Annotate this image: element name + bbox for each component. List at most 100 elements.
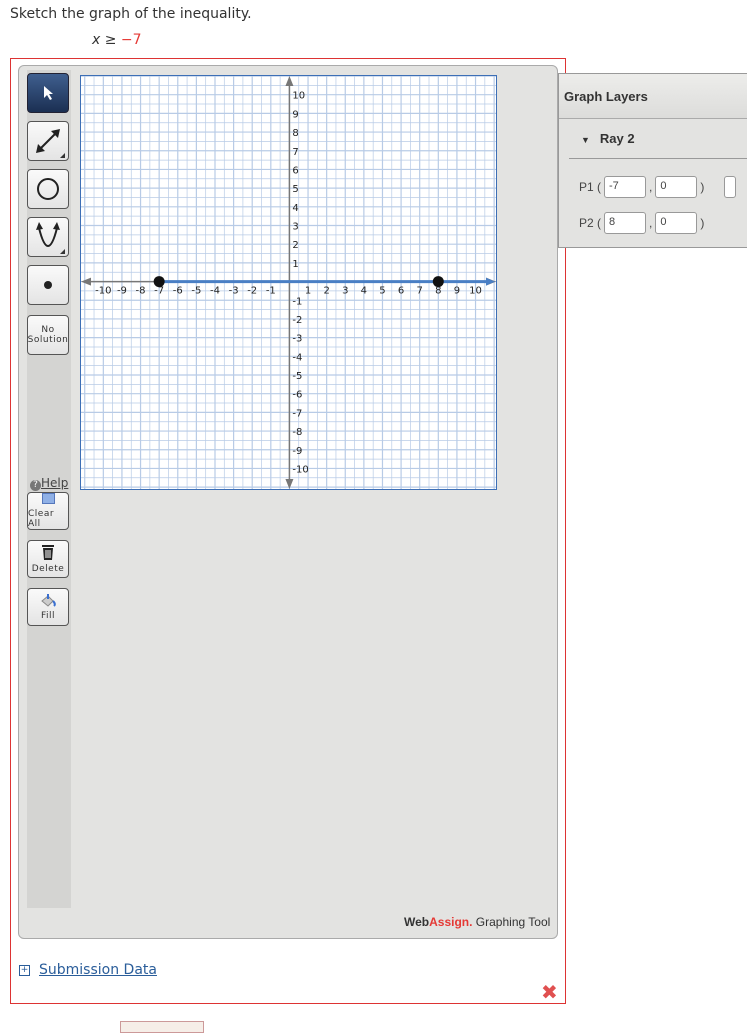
graph-canvas[interactable]: -10 -9 -8 -7 -6 -5 -4 -3 -2 -1 1 2 3 4 5 6 7 8 9 10 10 9 8 7 6 5 4… <box>80 75 497 490</box>
y-tick-label: 6 <box>292 165 298 176</box>
x-tick-label: 5 <box>379 286 385 297</box>
clear-all-label: Clear All <box>28 509 55 529</box>
x-tick-label: 6 <box>398 286 404 297</box>
x-tick-label: 3 <box>342 286 348 297</box>
help-link[interactable]: ? Help <box>30 476 68 491</box>
no-solution-button[interactable]: No Solution <box>27 315 69 355</box>
arrow-pointer-icon <box>44 86 53 100</box>
double-arrow-line-icon <box>36 129 65 158</box>
delete-label: Delete <box>31 564 65 574</box>
graph-layers-panel: Graph Layers ▼ Ray 2 P1 (-7, 0) P2 (8, 0) <box>558 73 747 248</box>
comma: , <box>649 216 653 230</box>
ray-point <box>153 276 165 288</box>
y-tick-label: 1 <box>292 259 298 270</box>
x-tick-label: -2 <box>247 286 257 297</box>
y-tick-label: 7 <box>292 147 298 158</box>
x-tick-label: -4 <box>210 286 220 297</box>
x-tick-label: -1 <box>266 286 276 297</box>
y-tick-label: 9 <box>292 109 298 120</box>
p2-label: P2 ( <box>579 216 602 230</box>
webassign-logo: WebAssign. Graphing Tool <box>404 915 550 929</box>
close-paren: ) <box>700 180 705 194</box>
close-paren: ) <box>700 216 705 230</box>
submission-data-label: Submission Data <box>39 962 157 978</box>
y-tick-label: -6 <box>292 390 302 401</box>
x-tick-label: 9 <box>454 286 460 297</box>
x-tick-label: 8 <box>435 286 441 297</box>
y-tick-label: -4 <box>292 352 302 363</box>
brand-web: Web <box>404 915 430 929</box>
y-tick-label: 4 <box>292 203 298 214</box>
brand-rest: Graphing Tool <box>472 915 551 929</box>
collapse-triangle-icon[interactable]: ▼ <box>581 135 590 145</box>
x-tick-label: -6 <box>173 286 183 297</box>
x-tick-label: -7 <box>154 286 164 297</box>
y-tick-label: 2 <box>292 240 298 251</box>
no-solution-label-2: Solution <box>27 335 69 345</box>
p1-row: P1 (-7, 0) <box>579 176 739 198</box>
p1-label: P1 ( <box>579 180 602 194</box>
x-tick-label: -5 <box>191 286 201 297</box>
help-label: Help <box>41 476 69 490</box>
x-tick-label: 4 <box>361 286 367 297</box>
inequality: x ≥ −7 <box>92 32 142 48</box>
select-tool-button[interactable] <box>27 73 69 113</box>
fill-button[interactable]: Fill <box>27 588 69 626</box>
x-tick-label: -10 <box>95 286 111 297</box>
delete-button[interactable]: Delete <box>27 540 69 578</box>
y-tick-label: 5 <box>292 184 298 195</box>
x-tick-label: -8 <box>136 286 146 297</box>
y-tick-label: -3 <box>292 334 302 345</box>
x-tick-label: -3 <box>229 286 239 297</box>
ray-tool-button[interactable] <box>27 121 69 161</box>
y-tick-label: -5 <box>292 371 302 382</box>
y-tick-label: 3 <box>292 222 298 233</box>
p2-x-input[interactable]: 8 <box>604 212 647 234</box>
parabola-icon <box>36 222 65 254</box>
x-tick-label: 2 <box>323 286 329 297</box>
layer-item-ray[interactable]: ▼ Ray 2 <box>569 119 747 159</box>
question-prompt: Sketch the graph of the inequality. <box>10 6 252 22</box>
y-tick-label: 10 <box>292 91 305 102</box>
graph-layers-title: Graph Layers <box>559 74 747 119</box>
no-solution-label: No <box>41 325 55 335</box>
y-tick-label: -1 <box>292 296 302 307</box>
brand-assign: Assign. <box>429 915 473 929</box>
p1-endpoint-toggle[interactable] <box>724 176 737 198</box>
p1-y-input[interactable]: 0 <box>655 176 698 198</box>
submit-button[interactable] <box>120 1021 204 1033</box>
circle-tool-button[interactable] <box>27 169 69 209</box>
inequality-lhs: x ≥ <box>92 32 121 48</box>
y-tick-label: -10 <box>292 464 308 475</box>
p2-row: P2 (8, 0) <box>579 212 704 234</box>
fill-label: Fill <box>40 611 56 621</box>
trash-icon <box>42 545 54 560</box>
p1-x-input[interactable]: -7 <box>604 176 647 198</box>
clear-all-button[interactable]: Clear All <box>27 492 69 530</box>
circle-icon <box>37 178 59 200</box>
coordinate-plane[interactable]: -10 -9 -8 -7 -6 -5 -4 -3 -2 -1 1 2 3 4 5 6 7 8 9 1010987654… <box>81 75 496 489</box>
y-tick-label: -8 <box>292 427 302 438</box>
layer-name: Ray 2 <box>599 131 635 146</box>
ray-point <box>432 276 444 288</box>
paint-bucket-icon <box>41 594 56 607</box>
x-axis-left-arrow <box>81 277 91 286</box>
parabola-tool-button[interactable] <box>27 217 69 257</box>
y-tick-label: -2 <box>292 315 302 326</box>
y-tick-label: 8 <box>292 128 298 139</box>
p2-y-input[interactable]: 0 <box>655 212 698 234</box>
y-axis-up-arrow <box>285 76 294 86</box>
inequality-rhs: −7 <box>120 32 142 48</box>
submission-data-link[interactable]: + Submission Data <box>19 962 157 978</box>
comma: , <box>649 180 653 194</box>
expand-plus-icon: + <box>19 964 30 976</box>
point-icon <box>44 281 52 289</box>
x-tick-label: -9 <box>117 286 127 297</box>
point-tool-button[interactable] <box>27 265 69 305</box>
x-tick-label: 1 <box>305 286 311 297</box>
y-tick-label: -9 <box>292 446 302 457</box>
clear-all-icon <box>41 493 55 504</box>
help-icon: ? <box>30 480 41 491</box>
x-tick-label: 10 <box>469 286 482 297</box>
incorrect-x-icon: ✖ <box>541 980 558 1004</box>
